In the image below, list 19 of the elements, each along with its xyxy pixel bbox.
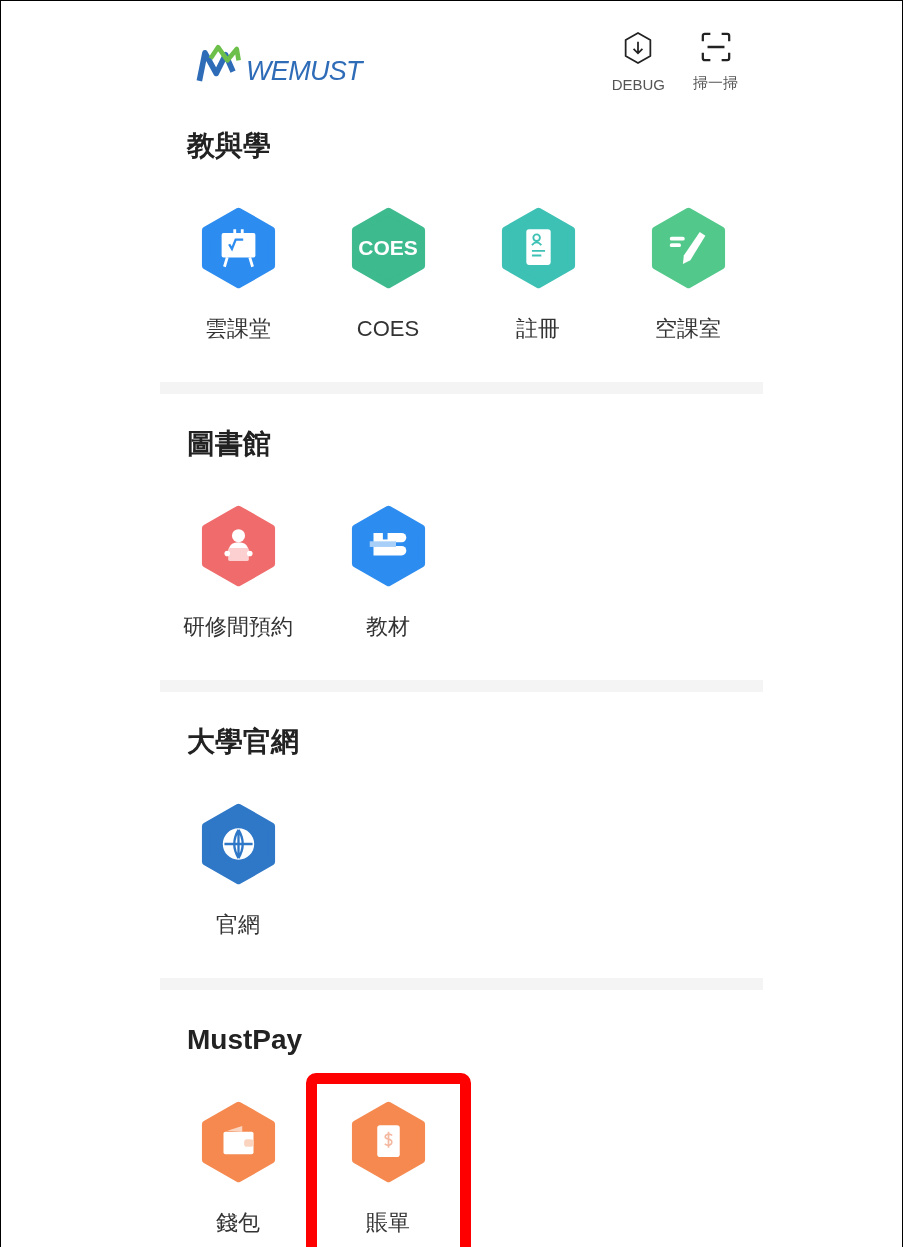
app-shortcut[interactable]: 雲課堂 — [200, 206, 276, 344]
scan-icon — [699, 31, 732, 63]
section-title: 大學官網 — [187, 725, 299, 759]
app-shortcut[interactable]: 官網 — [200, 802, 276, 940]
app-shortcut[interactable]: 空課室 — [650, 206, 726, 344]
app-shortcut[interactable]: 錢包 — [200, 1100, 276, 1238]
app-shortcut[interactable]: 研修間預約 — [183, 504, 293, 642]
app-shortcut[interactable]: 註冊 — [500, 206, 576, 344]
scan-button[interactable]: 掃一掃 — [693, 31, 738, 92]
app-shortcut[interactable]: 教材 — [350, 504, 426, 642]
section-title: MustPay — [187, 1023, 303, 1057]
logo-text: WEMUST — [246, 58, 362, 85]
section-title: 圖書館 — [187, 427, 271, 461]
debug-button[interactable]: DEBUG — [611, 31, 665, 92]
section-title: 教與學 — [187, 129, 271, 163]
download-icon — [623, 31, 654, 65]
app-shortcut[interactable]: 賬單 — [350, 1100, 426, 1238]
icon-label: COES — [357, 235, 419, 262]
app-shortcut[interactable]: COES COES — [350, 206, 426, 344]
